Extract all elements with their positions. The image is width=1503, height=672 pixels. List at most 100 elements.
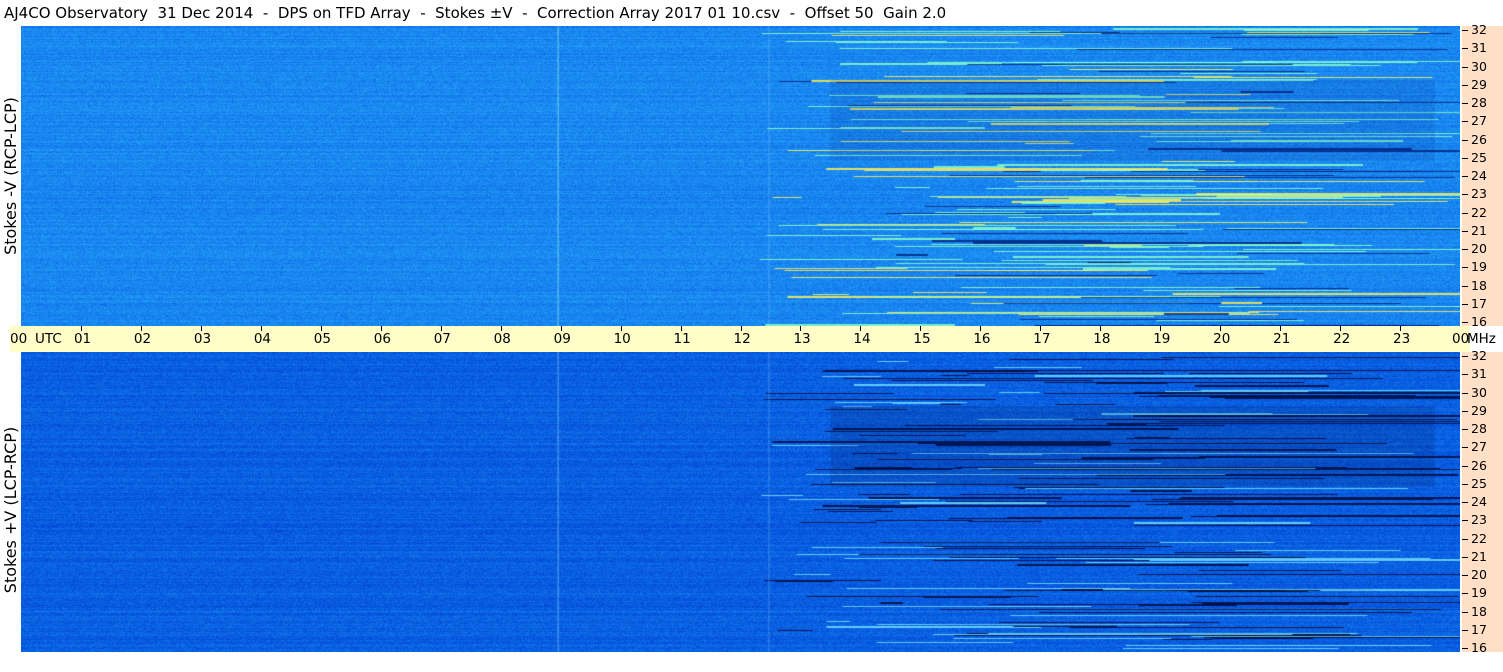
freq-tick-label: 30 [1471,384,1487,400]
time-tick-label: 21 [1273,331,1291,347]
freq-tick-label: 19 [1471,259,1487,275]
freq-tick-label: 32 [1471,348,1487,363]
bottom-panel-label: Stokes +V (LCP-RCP) [1,426,20,594]
freq-tick [1462,556,1468,558]
freq-axis-top: 32 31 30 29 28 27 26 25 24 23 22 21 20 19 18 17 16 [1462,22,1503,329]
top-panel-label: Stokes -V (RCP-LCP) [1,97,20,255]
freq-tick [1462,230,1468,232]
freq-tick-label: 21 [1471,548,1487,564]
time-tick-label: 03 [193,331,212,347]
time-tick-label: 13 [793,331,811,347]
time-tick-label: 18 [1093,331,1111,347]
freq-tick [1462,176,1468,177]
freq-tick [1462,84,1468,86]
time-tick-label: 23 [1393,331,1411,347]
freq-tick [1462,30,1468,31]
freq-tick-label: 26 [1471,131,1487,147]
freq-tick [1462,249,1468,250]
freq-tick [1462,157,1468,159]
freq-tick-label: 21 [1471,222,1487,238]
time-axis: 00 UTC 00 MHz 01 02 03 04 05 06 07 08 09 10 11 12 13… [10,326,1496,352]
freq-tick [1462,356,1468,357]
freq-tick-label: 30 [1471,58,1487,74]
time-axis-start-label: 00 [10,331,28,347]
freq-tick [1462,303,1468,305]
freq-tick [1462,410,1468,412]
freq-tick-label: 28 [1471,421,1487,436]
time-tick-label: 22 [1333,331,1351,347]
time-tick-label: 12 [733,331,751,347]
freq-tick [1462,121,1468,123]
time-tick-label: 09 [553,331,571,347]
freq-tick [1462,538,1468,540]
freq-tick [1462,502,1468,503]
freq-tick [1462,520,1468,522]
freq-tick-label: 22 [1471,204,1487,220]
chart-title: AJ4CO Observatory 31 Dec 2014 - DPS on T… [4,4,947,22]
freq-tick [1462,593,1468,595]
time-axis-unit-label: UTC [35,331,62,347]
freq-tick-label: 27 [1471,113,1487,129]
freq-tick [1462,66,1468,68]
freq-tick-label: 16 [1471,640,1487,655]
time-tick-label: 04 [253,331,272,347]
freq-tick-label: 16 [1471,314,1487,329]
freq-tick [1462,194,1468,196]
time-tick-label: 10 [613,331,631,347]
freq-tick-label: 18 [1471,603,1487,619]
freq-tick [1462,212,1468,214]
freq-tick-label: 20 [1471,567,1487,582]
freq-tick-label: 25 [1471,149,1487,165]
freq-tick [1462,285,1468,287]
time-tick-label: 06 [373,331,391,347]
freq-tick [1462,374,1468,376]
freq-tick-label: 24 [1471,494,1487,509]
freq-tick-label: 26 [1471,457,1487,473]
freq-tick [1462,103,1468,104]
freq-tick [1462,48,1468,50]
freq-tick [1462,429,1468,430]
freq-tick [1462,629,1468,631]
freq-tick-label: 31 [1471,40,1487,56]
time-tick-label: 20 [1213,331,1231,347]
freq-tick-label: 17 [1471,295,1487,311]
time-tick-label: 16 [973,331,991,347]
freq-tick [1462,611,1468,613]
time-tick-label: 05 [313,331,331,347]
freq-tick-label: 27 [1471,439,1487,455]
freq-tick-label: 29 [1471,402,1487,418]
freq-axis-bottom: 32 31 30 29 28 27 26 25 24 23 22 21 20 19 18 17 16 [1462,348,1503,655]
time-tick-label: 14 [853,331,871,347]
freq-tick [1462,267,1468,269]
freq-tick [1462,392,1468,394]
freq-tick-label: 22 [1471,530,1487,546]
freq-tick-label: 17 [1471,621,1487,637]
freq-tick-label: 19 [1471,585,1487,601]
freq-tick [1462,322,1468,323]
freq-tick-label: 23 [1471,512,1487,528]
spectrogram-top [21,26,1460,326]
time-tick-label: 08 [493,331,511,347]
freq-tick-label: 32 [1471,22,1487,37]
freq-tick [1462,648,1468,649]
freq-tick-label: 31 [1471,366,1487,382]
freq-tick-label: 20 [1471,241,1487,256]
freq-tick-label: 29 [1471,76,1487,92]
spectrogram-bottom [21,352,1460,652]
freq-tick-label: 28 [1471,95,1487,110]
freq-tick-label: 24 [1471,168,1487,183]
freq-tick-label: 23 [1471,186,1487,202]
time-tick-label: 02 [133,331,152,347]
time-tick-label: 17 [1033,331,1051,347]
time-tick-label: 19 [1153,331,1171,347]
freq-tick [1462,447,1468,449]
time-tick-label: 01 [73,331,92,347]
time-tick-label: 15 [913,331,931,347]
time-tick-label: 07 [433,331,451,347]
time-tick-label: 11 [673,331,691,347]
freq-tick [1462,575,1468,576]
freq-tick-label: 18 [1471,277,1487,293]
freq-tick-label: 25 [1471,475,1487,491]
freq-tick [1462,139,1468,141]
freq-tick [1462,483,1468,485]
